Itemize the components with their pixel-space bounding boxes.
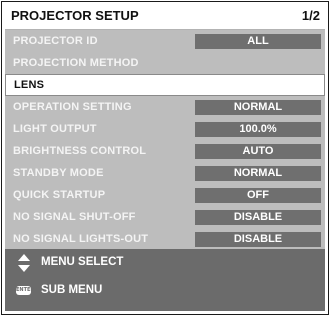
menu-item-label: PROJECTOR ID xyxy=(13,35,98,47)
menu-item-no-signal-shut-off[interactable]: NO SIGNAL SHUT-OFF DISABLE xyxy=(5,206,325,228)
menu-item-label: LIGHT OUTPUT xyxy=(13,123,97,135)
menu-list: PROJECTOR ID ALL PROJECTION METHOD LENS … xyxy=(5,29,325,250)
menu-header: PROJECTOR SETUP 1/2 xyxy=(2,2,328,29)
menu-item-lens[interactable]: LENS xyxy=(5,74,325,96)
menu-item-label: LENS xyxy=(14,79,45,91)
sub-menu-text: SUB MENU xyxy=(41,284,103,296)
menu-item-value: AUTO xyxy=(195,144,321,159)
menu-title: PROJECTOR SETUP xyxy=(11,8,139,23)
menu-item-value: 100.0% xyxy=(195,122,321,137)
menu-item-value: DISABLE xyxy=(195,210,321,225)
menu-item-operation-setting[interactable]: OPERATION SETTING NORMAL xyxy=(5,96,325,118)
menu-item-label: STANDBY MODE xyxy=(13,167,104,179)
page-indicator: 1/2 xyxy=(301,8,320,23)
menu-item-standby-mode[interactable]: STANDBY MODE NORMAL xyxy=(5,162,325,184)
menu-item-value: NORMAL xyxy=(195,100,321,115)
menu-item-label: QUICK STARTUP xyxy=(13,189,106,201)
up-down-arrows-icon xyxy=(18,254,30,272)
menu-item-label: BRIGHTNESS CONTROL xyxy=(13,145,147,157)
menu-item-projection-method[interactable]: PROJECTION METHOD xyxy=(5,52,325,74)
enter-icon: ENTER xyxy=(16,286,35,295)
menu-item-label: PROJECTION METHOD xyxy=(13,57,139,69)
menu-item-value: ALL xyxy=(195,34,321,49)
menu-select-text: MENU SELECT xyxy=(41,256,124,268)
menu-item-value: DISABLE xyxy=(195,232,321,247)
menu-item-light-output[interactable]: LIGHT OUTPUT 100.0% xyxy=(5,118,325,140)
menu-item-label: NO SIGNAL LIGHTS-OUT xyxy=(13,233,149,245)
menu-item-brightness-control[interactable]: BRIGHTNESS CONTROL AUTO xyxy=(5,140,325,162)
menu-item-label: OPERATION SETTING xyxy=(13,101,132,113)
projector-setup-menu: PROJECTOR SETUP 1/2 PROJECTOR ID ALL PRO… xyxy=(1,1,329,315)
menu-select-hint: MENU SELECT xyxy=(5,252,325,274)
menu-item-value: OFF xyxy=(195,188,321,203)
menu-footer: MENU SELECT ENTER SUB MENU xyxy=(5,249,325,311)
menu-item-projector-id[interactable]: PROJECTOR ID ALL xyxy=(5,30,325,52)
menu-item-label: NO SIGNAL SHUT-OFF xyxy=(13,211,136,223)
sub-menu-hint: ENTER SUB MENU xyxy=(5,280,325,302)
menu-item-no-signal-lights-out[interactable]: NO SIGNAL LIGHTS-OUT DISABLE xyxy=(5,228,325,250)
menu-item-value: NORMAL xyxy=(195,166,321,181)
menu-item-quick-startup[interactable]: QUICK STARTUP OFF xyxy=(5,184,325,206)
